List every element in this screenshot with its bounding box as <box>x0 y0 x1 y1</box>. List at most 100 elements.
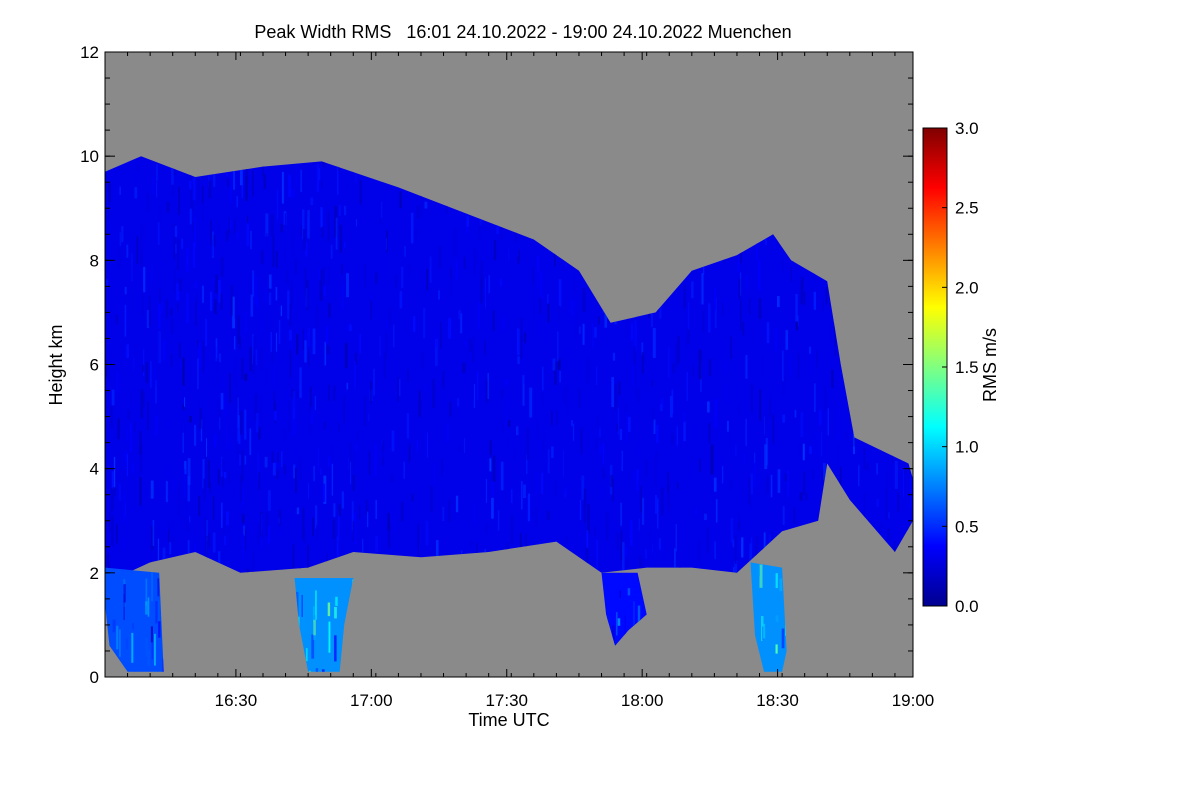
texture-streak <box>627 588 631 596</box>
texture-streak <box>119 629 121 657</box>
texture-streak <box>278 320 281 344</box>
texture-streak <box>527 493 531 522</box>
texture-streak <box>263 174 266 190</box>
texture-streak <box>241 513 245 524</box>
texture-streak <box>507 420 511 427</box>
texture-streak <box>170 354 173 367</box>
texture-streak <box>127 409 130 420</box>
texture-streak <box>757 260 761 292</box>
texture-streak <box>334 607 337 619</box>
texture-streak <box>596 539 598 571</box>
texture-streak <box>523 484 526 498</box>
texture-streak <box>510 515 514 544</box>
texture-streak <box>547 511 550 521</box>
texture-streak <box>412 316 416 333</box>
texture-streak <box>404 246 406 257</box>
texture-streak <box>343 241 346 248</box>
texture-streak <box>328 621 331 653</box>
texture-streak <box>370 299 373 320</box>
texture-streak <box>682 410 686 423</box>
texture-streak <box>315 306 319 329</box>
texture-streak <box>352 475 355 491</box>
texture-streak <box>218 353 221 363</box>
texture-streak <box>327 211 330 242</box>
texture-streak <box>787 505 789 530</box>
texture-streak <box>151 642 153 660</box>
texture-streak <box>518 250 520 261</box>
texture-streak <box>294 258 297 275</box>
texture-streak <box>357 430 359 440</box>
texture-streak <box>208 533 210 548</box>
texture-streak <box>323 421 326 429</box>
texture-streak <box>573 297 576 327</box>
texture-streak <box>134 422 136 432</box>
texture-streak <box>619 590 621 598</box>
texture-streak <box>292 544 295 568</box>
texture-streak <box>237 315 240 344</box>
texture-streak <box>795 321 799 331</box>
texture-streak <box>782 350 784 382</box>
texture-streak <box>107 554 109 568</box>
texture-streak <box>334 635 337 662</box>
texture-streak <box>626 559 628 569</box>
texture-streak <box>735 444 737 457</box>
texture-streak <box>187 458 191 485</box>
texture-streak <box>742 321 745 336</box>
x-tick-label: 18:30 <box>756 691 799 710</box>
y-tick-label: 10 <box>80 147 99 166</box>
texture-streak <box>800 276 804 305</box>
texture-streak <box>617 533 619 550</box>
texture-streak <box>318 267 321 281</box>
texture-streak <box>756 476 760 488</box>
texture-streak <box>126 344 129 358</box>
texture-streak <box>726 383 728 405</box>
texture-streak <box>166 464 168 481</box>
texture-streak <box>198 495 201 517</box>
texture-streak <box>203 414 205 432</box>
texture-streak <box>676 426 678 446</box>
texture-streak <box>798 444 802 456</box>
texture-streak <box>196 292 198 302</box>
texture-streak <box>223 516 225 535</box>
texture-streak <box>403 461 405 479</box>
texture-streak <box>563 387 567 404</box>
texture-streak <box>488 275 491 294</box>
texture-streak <box>314 395 317 411</box>
texture-streak <box>387 513 390 531</box>
texture-streak <box>154 369 157 386</box>
texture-streak <box>234 292 238 319</box>
texture-streak <box>641 352 644 374</box>
texture-streak <box>111 515 114 546</box>
texture-streak <box>761 293 764 310</box>
texture-streak <box>280 224 283 233</box>
texture-streak <box>555 481 557 496</box>
texture-streak <box>385 320 388 334</box>
texture-streak <box>375 499 377 519</box>
texture-streak <box>831 369 834 388</box>
y-tick-label: 6 <box>90 356 99 375</box>
texture-streak <box>249 428 252 456</box>
texture-streak <box>140 225 144 251</box>
texture-streak <box>501 318 503 334</box>
texture-streak <box>329 404 332 412</box>
texture-streak <box>142 183 145 215</box>
texture-streak <box>432 379 435 409</box>
texture-streak <box>492 481 494 497</box>
texture-streak <box>119 186 121 195</box>
texture-streak <box>327 602 331 617</box>
texture-streak <box>323 266 325 286</box>
texture-streak <box>239 454 241 466</box>
texture-streak <box>210 291 213 311</box>
texture-streak <box>292 390 296 419</box>
texture-streak <box>633 471 635 481</box>
texture-streak <box>250 294 254 317</box>
texture-streak <box>425 520 429 546</box>
x-tick-label: 16:30 <box>215 691 258 710</box>
texture-streak <box>166 419 169 429</box>
texture-streak <box>142 364 145 373</box>
texture-streak <box>234 218 236 234</box>
texture-streak <box>178 187 180 215</box>
texture-streak <box>554 252 556 267</box>
texture-streak <box>268 292 272 305</box>
texture-streak <box>397 377 399 402</box>
